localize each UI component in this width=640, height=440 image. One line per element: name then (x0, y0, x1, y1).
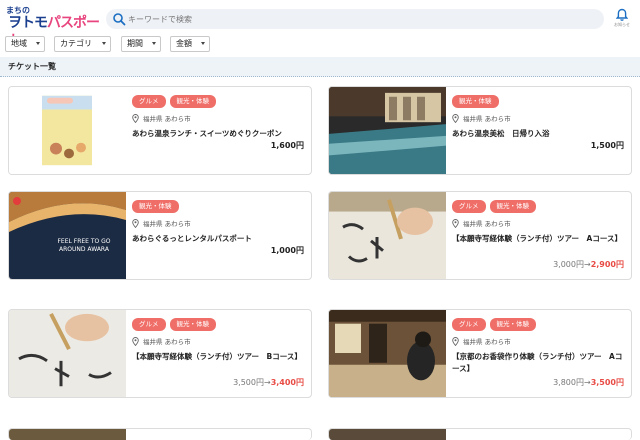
ticket-title: 【本願寺写経体験（ランチ付）ツアー Bコース】 (132, 352, 302, 361)
ticket-price: 3,000円→2,900円 (553, 259, 624, 271)
category-tag: 観光・体験 (169, 95, 216, 108)
tag-list: 観光・体験 (452, 95, 503, 108)
thumbnail-caption: FEEL FREE TO GO AROUND AWARA (57, 238, 111, 253)
filter-region[interactable]: 地域 (5, 36, 45, 52)
category-tag: 観光・体験 (132, 200, 179, 213)
location-text: 福井県 あわら市 (143, 115, 191, 123)
location: 福井県 あわら市 (452, 219, 511, 229)
ticket-title: 【本願寺写経体験（ランチ付）ツアー Aコース】 (452, 234, 622, 243)
ticket-card[interactable] (328, 428, 632, 440)
location-text: 福井県 あわら市 (143, 220, 191, 228)
ticket-card[interactable]: グルメ 観光・体験 福井県 あわら市 【京都のお香袋作り体験（ランチ付）ツアー A… (328, 309, 632, 398)
ticket-thumbnail (329, 87, 446, 174)
search-bar[interactable] (106, 9, 604, 29)
search-icon (113, 13, 126, 26)
location-text: 福井県 あわら市 (143, 338, 191, 346)
original-price: 3,800円→ (553, 378, 591, 387)
search-input[interactable] (128, 9, 588, 29)
map-pin-icon (452, 337, 459, 346)
map-pin-icon (452, 219, 459, 228)
chevron-down-icon (36, 42, 40, 45)
map-pin-icon (132, 337, 139, 346)
category-tag: グルメ (452, 200, 486, 213)
ticket-thumbnail (9, 87, 126, 174)
filter-price[interactable]: 金額 (170, 36, 210, 52)
ticket-card[interactable] (8, 428, 312, 440)
filter-label: 期間 (127, 39, 143, 48)
filter-category[interactable]: カテゴリ (54, 36, 111, 52)
section-header: チケット一覧 (0, 57, 640, 77)
sale-price: 2,900円 (590, 260, 624, 269)
ticket-thumbnail: FEEL FREE TO GO AROUND AWARA (9, 192, 126, 279)
ticket-title: 【京都のお香袋作り体験（ランチ付）ツアー Aコース】 (452, 352, 623, 373)
map-pin-icon (132, 219, 139, 228)
ticket-thumbnail (329, 192, 446, 279)
site-logo[interactable]: まちの ヲトモパスポート (6, 6, 102, 49)
notification-button[interactable]: お知らせ (612, 8, 632, 34)
location-text: 福井県 あわら市 (463, 115, 511, 123)
category-tag: 観光・体験 (452, 95, 499, 108)
tag-list: グルメ 観光・体験 (132, 95, 220, 108)
filter-label: カテゴリ (60, 39, 92, 48)
location: 福井県 あわら市 (132, 219, 191, 229)
location: 福井県 あわら市 (132, 114, 191, 124)
tag-list: グルメ 観光・体験 (132, 318, 220, 331)
tag-list: グルメ 観光・体験 (452, 318, 540, 331)
map-pin-icon (452, 114, 459, 123)
category-tag: グルメ (452, 318, 486, 331)
tag-list: 観光・体験 (132, 200, 183, 213)
logo-text-a: ヲトモ (8, 15, 48, 31)
ticket-card[interactable]: グルメ 観光・体験 福井県 あわら市 あわら温泉ランチ・スイーツめぐりクーポン 1… (8, 86, 312, 175)
location-text: 福井県 あわら市 (463, 338, 511, 346)
notification-label: お知らせ (614, 22, 630, 27)
bell-icon (616, 8, 628, 21)
location: 福井県 あわら市 (452, 337, 511, 347)
category-tag: 観光・体験 (169, 318, 216, 331)
tag-list: グルメ 観光・体験 (452, 200, 540, 213)
chevron-down-icon (201, 42, 205, 45)
ticket-card[interactable]: グルメ 観光・体験 福井県 あわら市 【本願寺写経体験（ランチ付）ツアー Bコース… (8, 309, 312, 398)
sale-price: 3,500円 (590, 378, 624, 387)
ticket-thumbnail (9, 310, 126, 397)
sale-price: 3,400円 (270, 378, 304, 387)
map-pin-icon (132, 114, 139, 123)
filter-period[interactable]: 期間 (121, 36, 161, 52)
chevron-down-icon (152, 42, 156, 45)
original-price: 3,000円→ (553, 260, 591, 269)
original-price: 3,500円→ (233, 378, 271, 387)
chevron-down-icon (102, 42, 106, 45)
category-tag: 観光・体験 (489, 318, 536, 331)
filter-label: 金額 (176, 39, 192, 48)
location: 福井県 あわら市 (132, 337, 191, 347)
section-title: チケット一覧 (8, 62, 56, 71)
ticket-card[interactable]: FEEL FREE TO GO AROUND AWARA 観光・体験 福井県 あ… (8, 191, 312, 280)
ticket-card[interactable]: グルメ 観光・体験 福井県 あわら市 【本願寺写経体験（ランチ付）ツアー Aコース… (328, 191, 632, 280)
ticket-card[interactable]: 観光・体験 福井県 あわら市 あわら温泉美松 日帰り入浴 1,500円 (328, 86, 632, 175)
location: 福井県 あわら市 (452, 114, 511, 124)
ticket-thumbnail (329, 310, 446, 397)
ticket-price: 1,000円 (270, 246, 304, 255)
app-header: まちの ヲトモパスポート お知らせ (0, 0, 640, 49)
ticket-title: あわらぐるっとレンタルパスポート (132, 234, 252, 243)
ticket-title: あわら温泉美松 日帰り入浴 (452, 129, 550, 138)
ticket-price: 1,600円 (270, 141, 304, 150)
category-tag: グルメ (132, 318, 166, 331)
ticket-price: 3,500円→3,400円 (233, 377, 304, 389)
ticket-title: あわら温泉ランチ・スイーツめぐりクーポン (132, 129, 282, 138)
category-tag: グルメ (132, 95, 166, 108)
ticket-price: 3,800円→3,500円 (553, 377, 624, 389)
filter-label: 地域 (11, 39, 27, 48)
ticket-price: 1,500円 (590, 141, 624, 150)
location-text: 福井県 あわら市 (463, 220, 511, 228)
category-tag: 観光・体験 (489, 200, 536, 213)
